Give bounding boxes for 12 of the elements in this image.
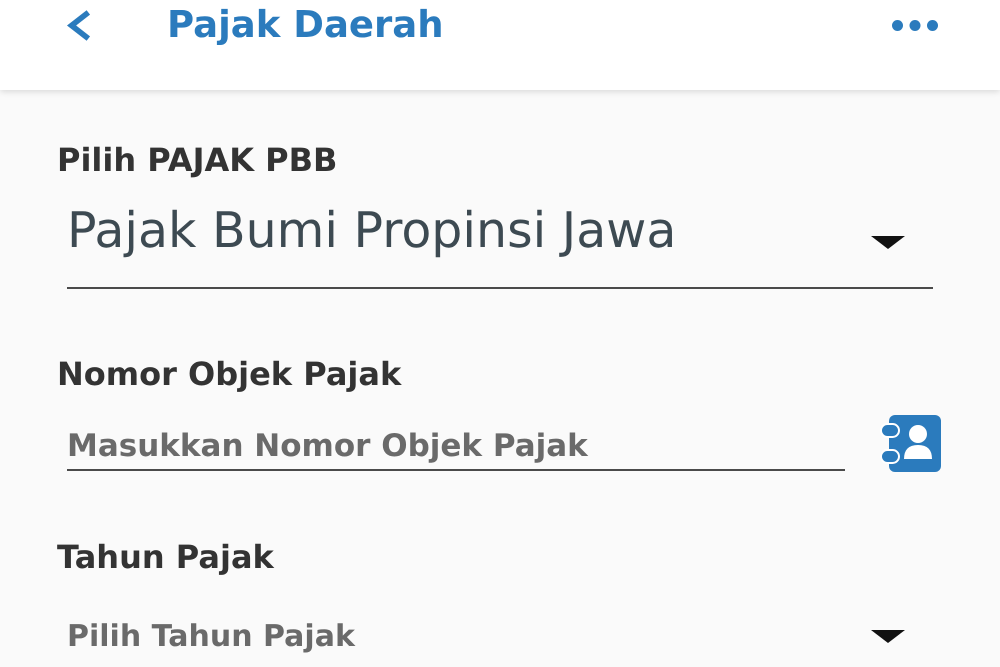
field-label: Nomor Objek Pajak <box>57 355 403 393</box>
more-icon[interactable] <box>892 20 938 31</box>
field-label: Pilih PAJAK PBB <box>57 141 338 179</box>
caret-icon <box>871 236 905 249</box>
field-label: Tahun Pajak <box>57 538 276 576</box>
dropdown-field[interactable]: Pajak Bumi Propinsi Jawa <box>67 203 933 289</box>
text-input-field[interactable]: Masukkan Nomor Objek Pajak <box>67 428 845 471</box>
back-icon[interactable] <box>65 9 93 42</box>
caret-icon <box>871 630 905 643</box>
page-title: Pajak Daerah <box>167 2 444 48</box>
contact-book-icon[interactable] <box>880 415 941 472</box>
dropdown-field[interactable]: Pilih Tahun Pajak <box>67 622 933 652</box>
